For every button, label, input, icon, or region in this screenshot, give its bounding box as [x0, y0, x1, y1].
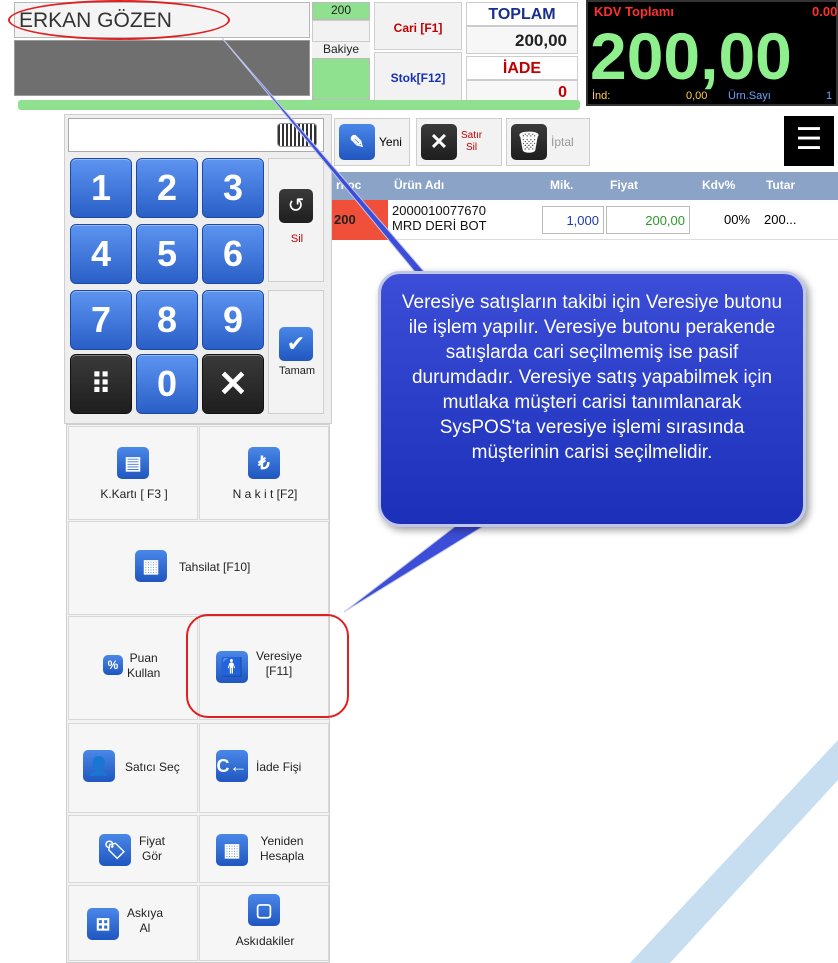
veresiye-callout: Veresiye satışların takibi için Veresiye…: [378, 271, 806, 527]
customer-highlight: [8, 0, 230, 40]
veresiye-highlight: [186, 614, 349, 718]
